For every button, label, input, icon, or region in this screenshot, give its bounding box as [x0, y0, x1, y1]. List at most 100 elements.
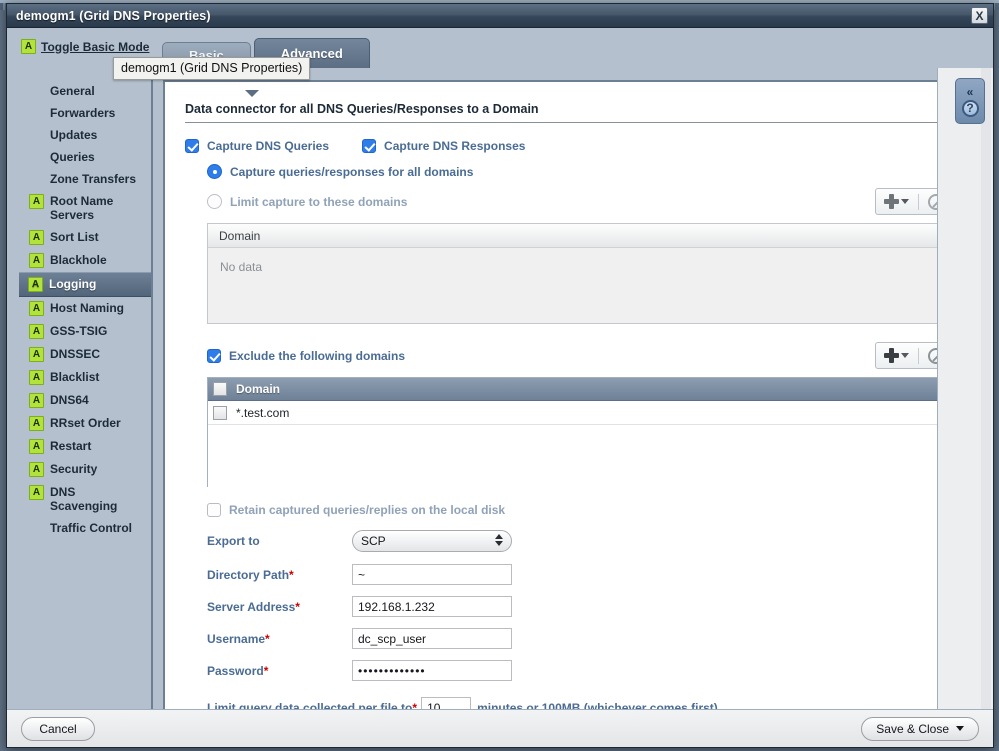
sidebar-item-label: DNS64: [50, 393, 89, 407]
toggle-basic-mode-label: Toggle Basic Mode: [41, 39, 150, 54]
exclude-table-empty-space: [208, 425, 952, 487]
server-address-input[interactable]: [352, 596, 512, 617]
plus-icon: [884, 194, 899, 209]
toolbar-separator: [918, 193, 919, 210]
toggle-basic-mode-link[interactable]: A Toggle Basic Mode: [21, 39, 149, 54]
settings-sidebar: General Forwarders Updates Queries Zone …: [19, 68, 153, 709]
save-and-close-label: Save & Close: [876, 721, 949, 736]
admin-badge-icon: A: [29, 393, 44, 408]
select-all-checkbox[interactable]: [213, 382, 227, 396]
save-and-close-button[interactable]: Save & Close: [861, 716, 979, 741]
capture-dns-queries-label: Capture DNS Queries: [207, 139, 330, 153]
admin-badge-icon: A: [29, 439, 44, 454]
admin-badge-icon: A: [29, 253, 44, 268]
sidebar-item-gss-tsig[interactable]: A GSS-TSIG: [19, 320, 151, 343]
directory-path-label-text: Directory Path: [207, 567, 290, 582]
exclude-domains-label: Exclude the following domains: [229, 348, 406, 363]
sidebar-item-general[interactable]: General: [19, 80, 151, 102]
sidebar-item-label: DNS Scavenging: [50, 485, 118, 513]
required-marker: *: [265, 631, 270, 646]
admin-badge-icon: A: [29, 194, 44, 209]
capture-all-domains-radio[interactable]: [207, 164, 222, 179]
exclude-domains-checkbox[interactable]: [207, 348, 221, 363]
sidebar-item-label: Logging: [49, 277, 97, 291]
directory-path-row: Directory Path*: [185, 564, 946, 585]
sidebar-item-label: GSS-TSIG: [50, 324, 108, 338]
section-title: Data connector for all DNS Queries/Respo…: [185, 102, 953, 123]
sidebar-item-blackhole[interactable]: A Blackhole: [19, 249, 151, 272]
required-marker: *: [289, 567, 294, 582]
sidebar-item-dns-scavenging[interactable]: A DNS Scavenging: [19, 481, 151, 517]
help-panel-rail: [937, 68, 993, 709]
capture-dns-responses-label: Capture DNS Responses: [384, 139, 526, 153]
export-to-select[interactable]: SCP: [352, 530, 512, 552]
sidebar-item-sort-list[interactable]: A Sort List: [19, 226, 151, 249]
required-marker: *: [263, 663, 269, 678]
admin-badge-icon: A: [29, 347, 44, 362]
limit-query-row: Limit query data collected per file to* …: [185, 697, 946, 709]
add-domain-button-disabled[interactable]: [881, 190, 912, 213]
limit-domains-empty-message: No data: [208, 248, 952, 274]
cell-domain: *.test.com: [236, 405, 290, 420]
limit-query-label-after: minutes or 100MB (whichever comes first)…: [477, 700, 722, 710]
row-select-checkbox[interactable]: [213, 405, 227, 420]
sidebar-item-dns64[interactable]: A DNS64: [19, 389, 151, 412]
radio-all-domains-row: Capture queries/responses for all domain…: [185, 164, 946, 179]
dialog-split: General Forwarders Updates Queries Zone …: [7, 68, 993, 709]
limit-capture-radio[interactable]: [207, 194, 222, 209]
chevron-down-icon: [956, 726, 964, 731]
required-marker: *: [295, 599, 300, 614]
directory-path-input[interactable]: [352, 564, 512, 585]
sidebar-item-label: Traffic Control: [50, 521, 133, 535]
admin-badge-icon: A: [29, 416, 44, 431]
close-icon[interactable]: X: [971, 7, 988, 24]
sidebar-item-label: Host Naming: [50, 301, 125, 315]
sidebar-item-label: Forwarders: [50, 106, 116, 120]
chevron-down-icon: [901, 199, 909, 204]
limit-query-minutes-input[interactable]: [421, 697, 472, 709]
export-to-label: Export to: [207, 534, 260, 548]
sidebar-item-dnssec[interactable]: A DNSSEC: [19, 343, 151, 366]
sidebar-item-rrset-order[interactable]: A RRset Order: [19, 412, 151, 435]
sidebar-item-logging[interactable]: A Logging: [19, 272, 151, 297]
toolbar-separator: [918, 347, 919, 364]
exclude-table-header: Domain: [208, 378, 952, 401]
sidebar-item-security[interactable]: A Security: [19, 458, 151, 481]
sidebar-item-host-naming[interactable]: A Host Naming: [19, 297, 151, 320]
help-panel-toggle-button[interactable]: « ?: [955, 78, 985, 124]
advanced-settings-panel: Data connector for all DNS Queries/Respo…: [163, 80, 966, 709]
active-tab-pointer-icon: [245, 90, 259, 97]
capture-all-domains-label: Capture queries/responses for all domain…: [230, 164, 474, 179]
limit-domains-table-header: Domain: [208, 224, 952, 248]
sidebar-item-queries[interactable]: Queries: [19, 146, 151, 168]
add-exclude-domain-button[interactable]: [881, 344, 912, 367]
capture-dns-queries-checkbox[interactable]: [185, 139, 199, 153]
sidebar-item-label: General: [50, 84, 95, 98]
column-header-domain: Domain: [219, 228, 261, 243]
sidebar-item-forwarders[interactable]: Forwarders: [19, 102, 151, 124]
sidebar-item-zone-transfers[interactable]: Zone Transfers: [19, 168, 151, 190]
panel-inner: Data connector for all DNS Queries/Respo…: [165, 82, 964, 709]
sidebar-item-label: Blackhole: [50, 253, 107, 267]
scrollbar-track[interactable]: [981, 68, 991, 709]
sidebar-item-blacklist[interactable]: A Blacklist: [19, 366, 151, 389]
content-area: Data connector for all DNS Queries/Respo…: [153, 68, 993, 709]
sidebar-item-label: Root Name Servers: [50, 194, 114, 222]
sidebar-item-traffic-control[interactable]: Traffic Control: [19, 517, 151, 539]
sidebar-item-restart[interactable]: A Restart: [19, 435, 151, 458]
sidebar-item-label: Zone Transfers: [50, 172, 137, 186]
chevron-down-icon: [901, 353, 909, 358]
retain-captured-checkbox[interactable]: [207, 503, 221, 517]
username-input[interactable]: [352, 628, 512, 649]
admin-badge-icon: A: [29, 301, 44, 316]
question-mark-icon: ?: [961, 99, 979, 117]
sidebar-item-updates[interactable]: Updates: [19, 124, 151, 146]
capture-dns-responses-checkbox[interactable]: [362, 139, 377, 153]
sidebar-item-root-name-servers[interactable]: A Root Name Servers: [19, 190, 151, 226]
sidebar-item-label: Security: [50, 462, 98, 476]
chevron-left-icon: «: [966, 84, 974, 99]
password-input[interactable]: [352, 660, 512, 681]
table-row[interactable]: *.test.com: [208, 401, 952, 425]
server-address-row: Server Address*: [185, 596, 946, 617]
cancel-button[interactable]: Cancel: [21, 716, 95, 741]
